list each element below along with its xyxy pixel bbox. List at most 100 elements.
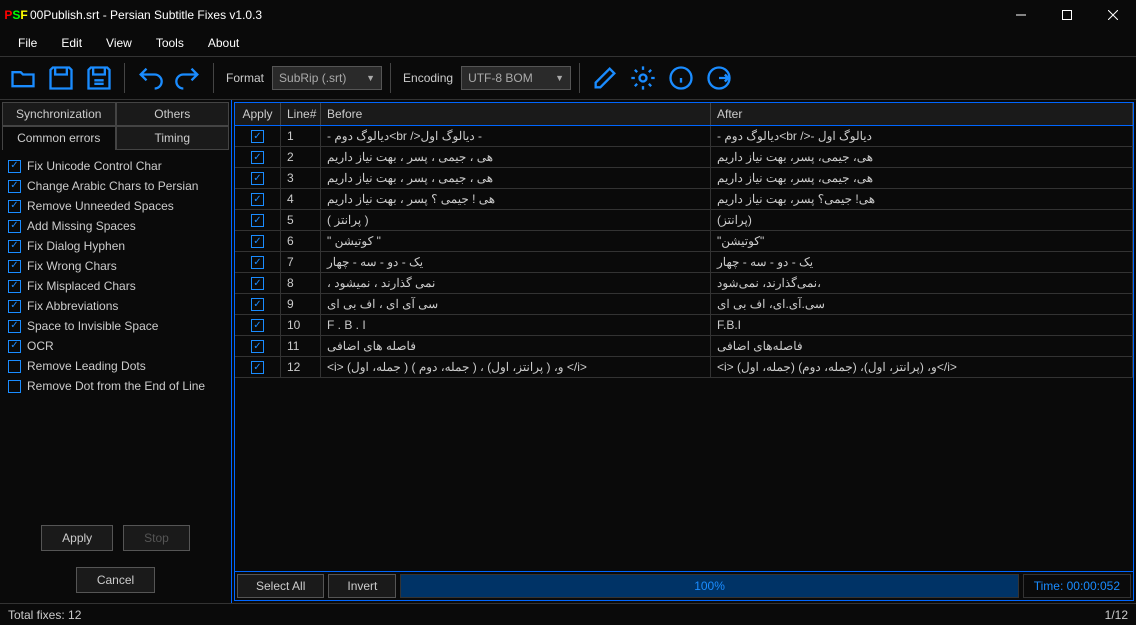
cell-line: 9 (281, 294, 321, 314)
row-checkbox[interactable] (251, 193, 264, 206)
row-checkbox[interactable] (251, 319, 264, 332)
undo-icon[interactable] (133, 61, 167, 95)
invert-button[interactable]: Invert (328, 574, 396, 598)
status-position: 1/12 (1105, 608, 1128, 622)
row-checkbox[interactable] (251, 130, 264, 143)
table-row[interactable]: 12<i> (جمله، اول ) و، ( پرانتز، اول) ، (… (235, 357, 1133, 378)
open-icon[interactable] (6, 61, 40, 95)
table-row[interactable]: 3هی ، جیمی ، پسر ، بهت نیاز داریمهی، جیم… (235, 168, 1133, 189)
check-0[interactable]: Fix Unicode Control Char (6, 156, 225, 176)
edit-icon[interactable] (588, 61, 622, 95)
elapsed-time: Time: 00:00:052 (1023, 574, 1131, 598)
close-button[interactable] (1090, 0, 1136, 30)
status-fixes: Total fixes: 12 (8, 608, 81, 622)
tab-timing[interactable]: Timing (116, 126, 230, 150)
cell-line: 10 (281, 315, 321, 335)
maximize-button[interactable] (1044, 0, 1090, 30)
menu-file[interactable]: File (8, 32, 47, 54)
table-row[interactable]: 6" کوتیشن ""کوتیشن" (235, 231, 1133, 252)
table-row[interactable]: 4هی ! جیمی ؟ پسر ، بهت نیاز داریمهی! جیم… (235, 189, 1133, 210)
check-label: Fix Dialog Hyphen (27, 239, 125, 253)
table-row[interactable]: 1- دیالوگ دوم<br />دیالوگ اول -- دیالوگ … (235, 126, 1133, 147)
tab-synchronization[interactable]: Synchronization (2, 102, 116, 126)
save-as-icon[interactable] (82, 61, 116, 95)
check-label: Fix Unicode Control Char (27, 159, 162, 173)
format-select[interactable]: SubRip (.srt)▼ (272, 66, 382, 90)
save-icon[interactable] (44, 61, 78, 95)
cell-line: 8 (281, 273, 321, 293)
row-checkbox[interactable] (251, 172, 264, 185)
toolbar: Format SubRip (.srt)▼ Encoding UTF-8 BOM… (0, 56, 1136, 100)
cell-before: " کوتیشن " (321, 231, 711, 251)
col-line[interactable]: Line# (281, 103, 321, 125)
check-label: Change Arabic Chars to Persian (27, 179, 198, 193)
cell-before: ، نمی گذارند ، نمیشود (321, 273, 711, 293)
app-logo-icon: PSF (8, 7, 24, 23)
check-label: Fix Abbreviations (27, 299, 118, 313)
apply-button[interactable]: Apply (41, 525, 113, 551)
cell-before: <i> (جمله، اول ) و، ( پرانتز، اول) ، ( ج… (321, 357, 711, 377)
info-icon[interactable] (664, 61, 698, 95)
table-row[interactable]: 5( پرانتز )(پرانتز) (235, 210, 1133, 231)
separator (390, 63, 391, 93)
redo-icon[interactable] (171, 61, 205, 95)
row-checkbox[interactable] (251, 361, 264, 374)
row-checkbox[interactable] (251, 235, 264, 248)
row-checkbox[interactable] (251, 340, 264, 353)
cell-before: سی آی ای ، اف بی ای (321, 294, 711, 314)
checkbox-icon (8, 340, 21, 353)
check-3[interactable]: Add Missing Spaces (6, 216, 225, 236)
tab-common-errors[interactable]: Common errors (2, 126, 116, 150)
checkbox-icon (8, 200, 21, 213)
check-11[interactable]: Remove Dot from the End of Line (6, 376, 225, 396)
row-checkbox[interactable] (251, 214, 264, 227)
table-row[interactable]: 11فاصله های اضافیفاصله‌های اضافی (235, 336, 1133, 357)
col-before[interactable]: Before (321, 103, 711, 125)
tab-others[interactable]: Others (116, 102, 230, 126)
row-checkbox[interactable] (251, 151, 264, 164)
row-checkbox[interactable] (251, 298, 264, 311)
settings-icon[interactable] (626, 61, 660, 95)
cell-after: F.B.I (711, 315, 1133, 335)
cancel-button[interactable]: Cancel (76, 567, 155, 593)
checkbox-icon (8, 220, 21, 233)
checkbox-icon (8, 280, 21, 293)
cell-before: هی ، جیمی ، پسر ، بهت نیاز داریم (321, 168, 711, 188)
check-7[interactable]: Fix Abbreviations (6, 296, 225, 316)
check-label: Remove Unneeded Spaces (27, 199, 174, 213)
row-checkbox[interactable] (251, 277, 264, 290)
row-checkbox[interactable] (251, 256, 264, 269)
menu-tools[interactable]: Tools (146, 32, 194, 54)
minimize-button[interactable] (998, 0, 1044, 30)
encoding-select[interactable]: UTF-8 BOM▼ (461, 66, 571, 90)
cell-line: 4 (281, 189, 321, 209)
exit-icon[interactable] (702, 61, 736, 95)
table-row[interactable]: 10F . B . IF.B.I (235, 315, 1133, 336)
check-9[interactable]: OCR (6, 336, 225, 356)
cell-after: - دیالوگ دوم<br />- دیالوگ اول (711, 126, 1133, 146)
table-row[interactable]: 2هی ، جیمی ، پسر ، بهت نیاز داریمهی، جیم… (235, 147, 1133, 168)
menu-about[interactable]: About (198, 32, 249, 54)
check-5[interactable]: Fix Wrong Chars (6, 256, 225, 276)
col-apply[interactable]: Apply (235, 103, 281, 125)
check-10[interactable]: Remove Leading Dots (6, 356, 225, 376)
menu-view[interactable]: View (96, 32, 142, 54)
check-4[interactable]: Fix Dialog Hyphen (6, 236, 225, 256)
checkbox-icon (8, 380, 21, 393)
check-1[interactable]: Change Arabic Chars to Persian (6, 176, 225, 196)
table-body[interactable]: 1- دیالوگ دوم<br />دیالوگ اول -- دیالوگ … (235, 126, 1133, 571)
table-row[interactable]: 8، نمی گذارند ، نمیشودنمی‌گذارند، نمی‌شو… (235, 273, 1133, 294)
table-row[interactable]: 9سی آی ای ، اف بی ایسی.آی.ای، اف بی ای (235, 294, 1133, 315)
col-after[interactable]: After (711, 103, 1133, 125)
check-2[interactable]: Remove Unneeded Spaces (6, 196, 225, 216)
encoding-label: Encoding (403, 71, 453, 85)
table-row[interactable]: 7یک - دو - سه - چهاریک - دو - سه - چهار (235, 252, 1133, 273)
check-6[interactable]: Fix Misplaced Chars (6, 276, 225, 296)
progress-bar: 100% (400, 574, 1018, 598)
check-8[interactable]: Space to Invisible Space (6, 316, 225, 336)
stop-button[interactable]: Stop (123, 525, 190, 551)
menu-edit[interactable]: Edit (51, 32, 92, 54)
checkbox-icon (8, 360, 21, 373)
cell-line: 7 (281, 252, 321, 272)
select-all-button[interactable]: Select All (237, 574, 324, 598)
